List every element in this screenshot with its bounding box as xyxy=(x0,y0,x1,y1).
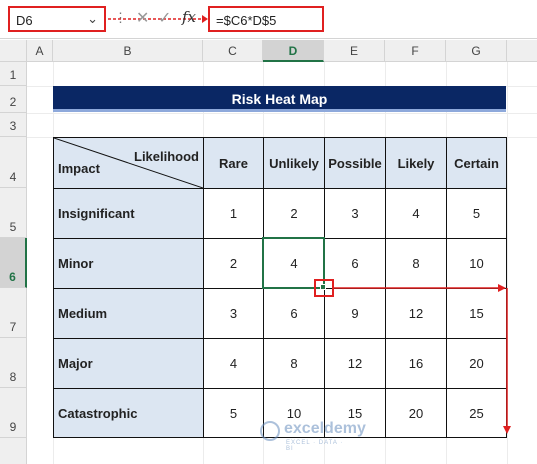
watermark-logo: exceldemy EXCEL · DATA · BI xyxy=(258,418,366,454)
watermark-name: exceldemy xyxy=(284,420,366,437)
watermark-tagline: EXCEL · DATA · BI xyxy=(286,440,344,452)
exceldemy-logo-icon xyxy=(260,421,280,441)
fill-direction-arrows xyxy=(334,284,511,434)
